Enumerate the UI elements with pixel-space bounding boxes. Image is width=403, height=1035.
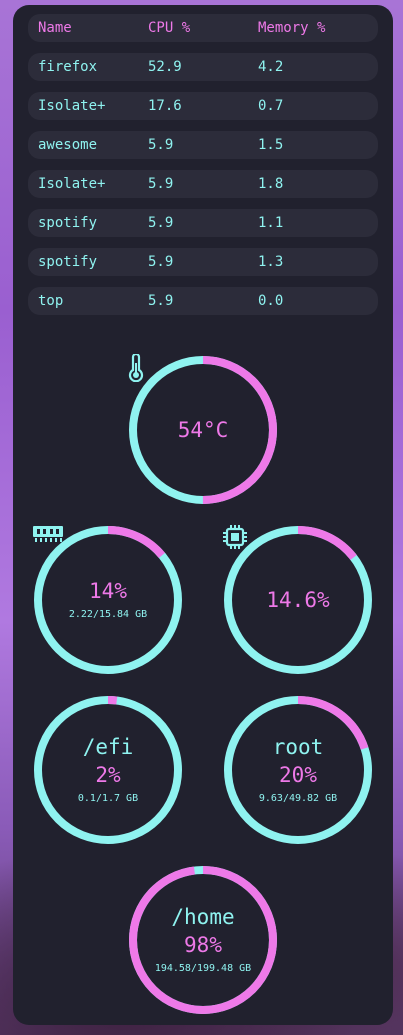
- process-memory: 1.1: [258, 215, 284, 231]
- root-percent: 20%: [279, 762, 317, 787]
- process-memory: 0.0: [258, 293, 284, 309]
- process-name: Isolate+: [38, 176, 106, 192]
- header-memory: Memory %: [258, 20, 326, 36]
- cpu-chip-icon: [223, 525, 247, 549]
- table-row: spotify 5.9 1.1: [28, 209, 378, 237]
- home-disk-gauge: /home 98% 194.58/199.48 GB: [127, 864, 279, 1016]
- process-cpu: 5.9: [148, 293, 174, 309]
- thermometer-icon: [128, 354, 144, 382]
- process-cpu: 52.9: [148, 59, 182, 75]
- ram-gauge: 14% 2.22/15.84 GB: [32, 524, 184, 676]
- table-row: Isolate+ 17.6 0.7: [28, 92, 378, 120]
- cpu-percent: 14.6%: [266, 588, 330, 612]
- process-cpu: 5.9: [148, 215, 174, 231]
- table-row: firefox 52.9 4.2: [28, 53, 378, 81]
- process-memory: 1.5: [258, 137, 284, 153]
- temperature-gauge: 54°C: [127, 354, 279, 506]
- process-name: top: [38, 293, 64, 309]
- home-usage: 194.58/199.48 GB: [154, 962, 252, 974]
- table-row: spotify 5.9 1.3: [28, 248, 378, 276]
- root-usage: 9.63/49.82 GB: [258, 792, 338, 804]
- ram-usage: 2.22/15.84 GB: [68, 608, 148, 620]
- header-cpu: CPU %: [148, 20, 191, 36]
- root-label: root: [272, 734, 324, 759]
- root-disk-gauge: root 20% 9.63/49.82 GB: [222, 694, 374, 846]
- process-name: spotify: [38, 215, 98, 231]
- table-row: awesome 5.9 1.5: [28, 131, 378, 159]
- efi-usage: 0.1/1.7 GB: [77, 792, 139, 804]
- process-cpu: 5.9: [148, 254, 174, 270]
- process-cpu: 17.6: [148, 98, 182, 114]
- efi-disk-gauge: /efi 2% 0.1/1.7 GB: [32, 694, 184, 846]
- cpu-gauge: 14.6%: [222, 524, 374, 676]
- process-memory: 1.3: [258, 254, 284, 270]
- process-memory: 1.8: [258, 176, 284, 192]
- home-percent: 98%: [184, 932, 222, 957]
- header-name: Name: [38, 20, 72, 36]
- memory-icon: [33, 526, 63, 542]
- table-row: Isolate+ 5.9 1.8: [28, 170, 378, 198]
- system-monitor-panel: Name CPU % Memory % firefox 52.9 4.2 Iso…: [13, 5, 393, 1025]
- process-name: spotify: [38, 254, 98, 270]
- table-header: Name CPU % Memory %: [28, 14, 378, 42]
- process-cpu: 5.9: [148, 176, 174, 192]
- process-name: awesome: [38, 137, 98, 153]
- ram-percent: 14%: [89, 578, 127, 603]
- efi-label: /efi: [82, 734, 134, 759]
- process-memory: 0.7: [258, 98, 284, 114]
- home-label: /home: [171, 904, 235, 929]
- process-name: Isolate+: [38, 98, 106, 114]
- process-memory: 4.2: [258, 59, 284, 75]
- efi-percent: 2%: [95, 762, 121, 787]
- temperature-value: 54°C: [177, 418, 229, 442]
- process-cpu: 5.9: [148, 137, 174, 153]
- table-row: top 5.9 0.0: [28, 287, 378, 315]
- process-name: firefox: [38, 59, 98, 75]
